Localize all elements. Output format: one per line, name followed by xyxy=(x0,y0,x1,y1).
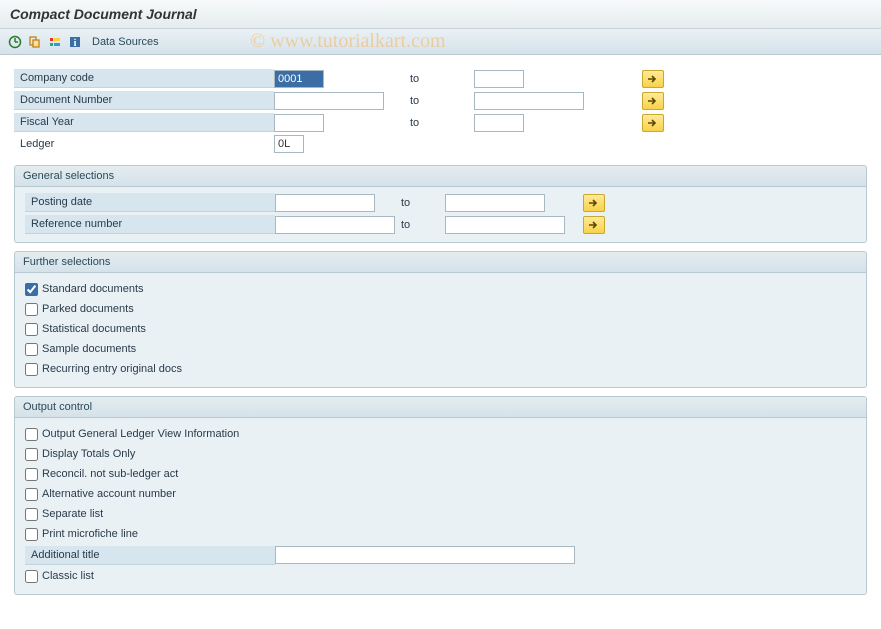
classic-list-row: Classic list xyxy=(25,566,856,586)
further-checkbox-3[interactable] xyxy=(25,343,38,356)
further-check-row: Parked documents xyxy=(25,299,856,319)
further-selections-header: Further selections xyxy=(15,252,866,273)
document-number-label: Document Number xyxy=(14,91,274,110)
output-checkbox-3[interactable] xyxy=(25,488,38,501)
execute-icon[interactable] xyxy=(6,33,24,51)
fiscal-year-to-input[interactable] xyxy=(474,114,524,132)
document-number-to-label: to xyxy=(404,95,474,107)
output-check-row: Print microfiche line xyxy=(25,524,856,544)
company-code-range-button[interactable] xyxy=(642,70,664,88)
toolbar: i Data Sources xyxy=(0,29,881,55)
further-check-row: Statistical documents xyxy=(25,319,856,339)
general-selections-header: General selections xyxy=(15,166,866,187)
further-check-label: Statistical documents xyxy=(42,323,146,335)
further-check-label: Sample documents xyxy=(42,343,136,355)
info-icon[interactable]: i xyxy=(66,33,84,51)
posting-date-to-input[interactable] xyxy=(445,194,545,212)
additional-title-row: Additional title xyxy=(25,544,856,566)
company-code-from-input[interactable] xyxy=(274,70,324,88)
posting-date-label: Posting date xyxy=(25,193,275,212)
output-checkbox-1[interactable] xyxy=(25,448,38,461)
company-code-to-label: to xyxy=(404,73,474,85)
title-bar: Compact Document Journal xyxy=(0,0,881,29)
general-selections-group: General selections Posting date to Refer… xyxy=(14,165,867,243)
output-control-header: Output control xyxy=(15,397,866,418)
further-checkbox-2[interactable] xyxy=(25,323,38,336)
output-check-label: Display Totals Only xyxy=(42,448,135,460)
document-number-to-input[interactable] xyxy=(474,92,584,110)
output-checkbox-5[interactable] xyxy=(25,528,38,541)
output-check-label: Output General Ledger View Information xyxy=(42,428,239,440)
reference-number-range-button[interactable] xyxy=(583,216,605,234)
classic-list-label: Classic list xyxy=(42,570,94,582)
posting-date-to-label: to xyxy=(395,197,445,209)
reference-number-from-input[interactable] xyxy=(275,216,395,234)
ledger-label: Ledger xyxy=(14,135,274,153)
fiscal-year-to-label: to xyxy=(404,117,474,129)
content: Company code to Document Number to Fisca… xyxy=(0,55,881,611)
output-check-row: Reconcil. not sub-ledger act xyxy=(25,464,856,484)
further-selections-group: Further selections Standard documents Par… xyxy=(14,251,867,388)
output-check-row: Display Totals Only xyxy=(25,444,856,464)
reference-number-label: Reference number xyxy=(25,215,275,234)
further-checkbox-1[interactable] xyxy=(25,303,38,316)
reference-number-to-label: to xyxy=(395,219,445,231)
output-check-row: Separate list xyxy=(25,504,856,524)
fiscal-year-range-button[interactable] xyxy=(642,114,664,132)
further-check-row: Sample documents xyxy=(25,339,856,359)
posting-date-from-input[interactable] xyxy=(275,194,375,212)
further-checkbox-0[interactable] xyxy=(25,283,38,296)
posting-date-range-button[interactable] xyxy=(583,194,605,212)
output-checkbox-0[interactable] xyxy=(25,428,38,441)
additional-title-label: Additional title xyxy=(25,546,275,565)
document-number-range-button[interactable] xyxy=(642,92,664,110)
selection-icon[interactable] xyxy=(46,33,64,51)
company-code-to-input[interactable] xyxy=(474,70,524,88)
document-number-from-input[interactable] xyxy=(274,92,384,110)
further-checkbox-4[interactable] xyxy=(25,363,38,376)
further-check-label: Standard documents xyxy=(42,283,144,295)
output-checkbox-2[interactable] xyxy=(25,468,38,481)
output-check-label: Separate list xyxy=(42,508,103,520)
further-check-label: Recurring entry original docs xyxy=(42,363,182,375)
output-check-label: Alternative account number xyxy=(42,488,176,500)
output-check-label: Reconcil. not sub-ledger act xyxy=(42,468,178,480)
page-title: Compact Document Journal xyxy=(10,6,871,22)
output-check-row: Output General Ledger View Information xyxy=(25,424,856,444)
fiscal-year-from-input[interactable] xyxy=(274,114,324,132)
svg-text:i: i xyxy=(74,38,77,49)
reference-number-to-input[interactable] xyxy=(445,216,565,234)
output-control-group: Output control Output General Ledger Vie… xyxy=(14,396,867,595)
further-check-label: Parked documents xyxy=(42,303,134,315)
variant-icon[interactable] xyxy=(26,33,44,51)
output-checkbox-4[interactable] xyxy=(25,508,38,521)
company-code-label: Company code xyxy=(14,69,274,88)
data-sources-button[interactable]: Data Sources xyxy=(92,36,159,48)
fiscal-year-label: Fiscal Year xyxy=(14,113,274,132)
further-check-row: Recurring entry original docs xyxy=(25,359,856,379)
additional-title-input[interactable] xyxy=(275,546,575,564)
output-check-row: Alternative account number xyxy=(25,484,856,504)
output-check-label: Print microfiche line xyxy=(42,528,138,540)
top-fields: Company code to Document Number to Fisca… xyxy=(8,63,873,155)
classic-list-checkbox[interactable] xyxy=(25,570,38,583)
ledger-input[interactable] xyxy=(274,135,304,153)
further-check-row: Standard documents xyxy=(25,279,856,299)
